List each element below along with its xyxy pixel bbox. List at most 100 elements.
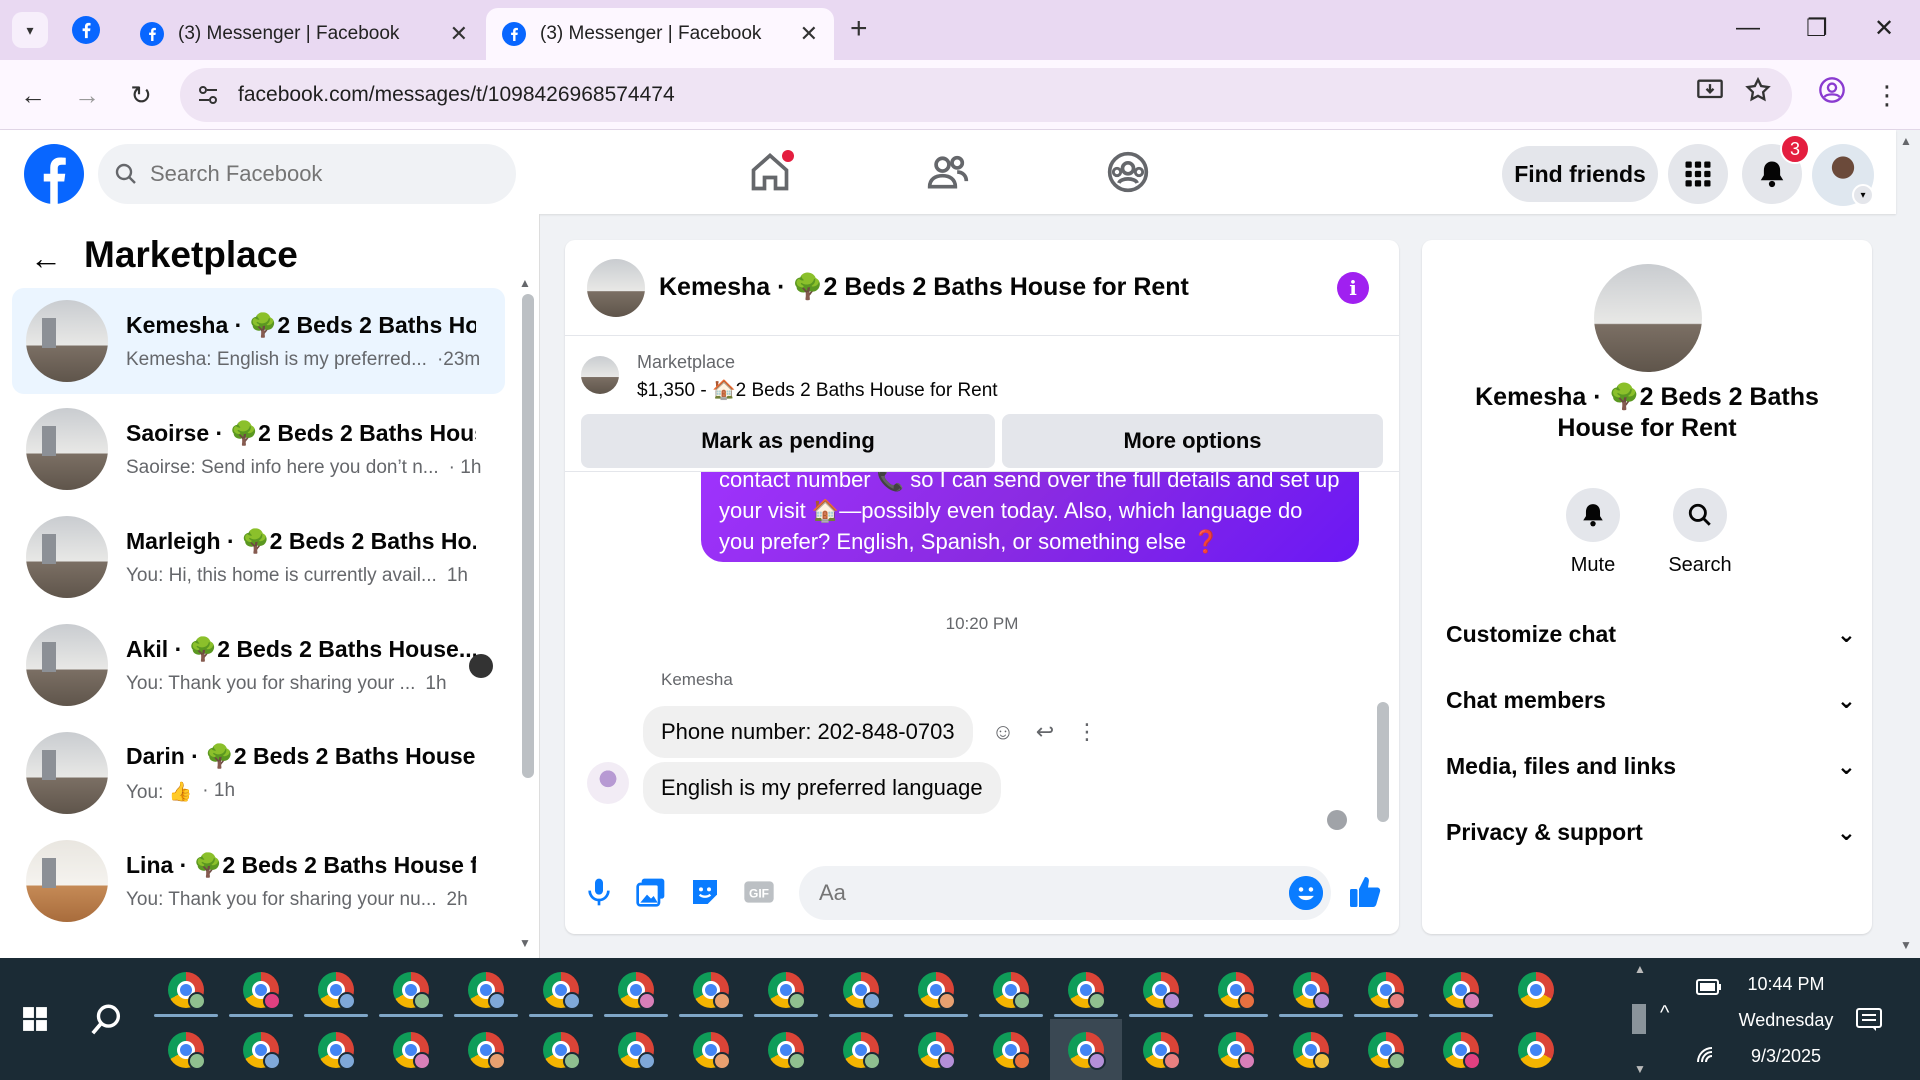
chrome-window-icon[interactable] — [918, 972, 956, 1010]
chrome-window-icon[interactable] — [393, 972, 431, 1010]
chrome-window-icon[interactable] — [468, 972, 506, 1010]
outgoing-message-bubble[interactable]: contact number 📞 so I can send over the … — [701, 472, 1359, 562]
media-files-links-section[interactable]: Media, files and links ⌄ — [1446, 746, 1856, 786]
microphone-icon[interactable] — [583, 876, 615, 908]
chrome-window-icon[interactable] — [1293, 972, 1331, 1010]
chrome-window-icon[interactable] — [693, 1032, 731, 1070]
battery-icon[interactable] — [1696, 978, 1722, 996]
chrome-window-icon[interactable] — [1368, 1032, 1406, 1070]
like-thumbs-up-icon[interactable] — [1347, 874, 1383, 910]
chrome-window-icon[interactable] — [318, 1032, 356, 1070]
account-chevron-down-icon[interactable]: ▾ — [1852, 184, 1874, 206]
show-hidden-icons-chevron-icon[interactable]: ^ — [1660, 1002, 1669, 1025]
listing-thumbnail[interactable] — [581, 356, 619, 394]
chrome-window-icon[interactable] — [243, 972, 281, 1010]
chrome-window-icon[interactable] — [168, 1032, 206, 1070]
chrome-window-icon[interactable] — [993, 972, 1031, 1010]
clock-day[interactable]: Wednesday — [1716, 1010, 1856, 1031]
scroll-down-arrow-icon[interactable]: ▼ — [519, 936, 531, 950]
conversation-item[interactable]: Darin · 🌳2 Beds 2 Baths House ... You: 👍… — [12, 720, 505, 826]
message-input[interactable] — [819, 880, 1259, 906]
privacy-support-section[interactable]: Privacy & support ⌄ — [1446, 812, 1856, 852]
facebook-search-input[interactable] — [150, 161, 450, 187]
chrome-window-icon[interactable] — [1218, 972, 1256, 1010]
browser-tab[interactable]: (3) Messenger | Facebook ✕ — [124, 8, 484, 60]
reload-icon[interactable]: ↻ — [124, 78, 158, 112]
clock-date[interactable]: 9/3/2025 — [1716, 1046, 1856, 1067]
close-window-icon[interactable]: ✕ — [1874, 14, 1894, 43]
back-arrow-icon[interactable]: ← — [30, 240, 62, 277]
taskbar-scroll-up-icon[interactable]: ▲ — [1634, 962, 1646, 976]
notification-center-icon[interactable] — [1856, 1008, 1882, 1032]
emoji-icon[interactable] — [1289, 876, 1323, 910]
address-bar[interactable]: facebook.com/messages/t/1098426968574474 — [180, 68, 1792, 122]
chrome-window-icon[interactable] — [843, 1032, 881, 1070]
conversation-item[interactable]: Kemesha · 🌳2 Beds 2 Baths Ho... Kemesha:… — [12, 288, 505, 394]
more-actions-icon[interactable]: ⋮ — [1073, 718, 1101, 746]
chrome-window-icon[interactable] — [1068, 1032, 1106, 1070]
chrome-window-icon[interactable] — [1293, 1032, 1331, 1070]
listing-price-title[interactable]: $1,350 - 🏠2 Beds 2 Baths House for Rent — [637, 378, 998, 402]
chrome-window-icon[interactable] — [1143, 972, 1181, 1010]
profile-account-icon[interactable] — [1818, 76, 1846, 104]
chrome-window-icon[interactable] — [768, 1032, 806, 1070]
customize-chat-section[interactable]: Customize chat ⌄ — [1446, 614, 1856, 654]
reply-arrow-icon[interactable]: ↩ — [1031, 718, 1059, 746]
back-arrow-icon[interactable]: ← — [16, 78, 50, 112]
tab-search-chevron-icon[interactable]: ▾ — [12, 12, 48, 48]
chrome-window-icon[interactable] — [393, 1032, 431, 1070]
chrome-window-icon[interactable] — [243, 1032, 281, 1070]
scroll-up-arrow-icon[interactable]: ▲ — [519, 276, 531, 290]
install-app-icon[interactable] — [1696, 76, 1724, 104]
chrome-window-icon[interactable] — [543, 972, 581, 1010]
conversation-item[interactable]: Saoirse · 🌳2 Beds 2 Baths Hous... Saoirs… — [12, 396, 505, 502]
chrome-window-icon[interactable] — [1443, 972, 1481, 1010]
facebook-search-box[interactable] — [98, 144, 516, 204]
find-friends-button[interactable]: Find friends — [1502, 146, 1658, 202]
chat-members-section[interactable]: Chat members ⌄ — [1446, 680, 1856, 720]
chrome-window-icon[interactable] — [168, 972, 206, 1010]
tab-close-icon[interactable]: ✕ — [450, 21, 468, 47]
taskbar-scroll-thumb[interactable] — [1632, 1004, 1646, 1034]
incoming-message-bubble[interactable]: English is my preferred language — [643, 762, 1001, 814]
pinned-facebook-tab-icon[interactable] — [72, 16, 100, 44]
bookmark-star-icon[interactable] — [1744, 76, 1772, 104]
chrome-window-icon[interactable] — [1518, 972, 1554, 1008]
conversation-item[interactable]: Marleigh · 🌳2 Beds 2 Baths Ho... You: Hi… — [12, 504, 505, 610]
tab-close-icon[interactable]: ✕ — [800, 21, 818, 47]
sticker-icon[interactable] — [689, 876, 721, 908]
browser-menu-icon[interactable]: ⋮ — [1870, 78, 1904, 112]
page-scroll-up-icon[interactable]: ▲ — [1900, 134, 1912, 148]
contact-avatar[interactable] — [1594, 264, 1702, 372]
sender-avatar[interactable] — [587, 762, 629, 804]
chrome-window-icon[interactable] — [1068, 972, 1106, 1010]
windows-start-icon[interactable] — [22, 1006, 48, 1032]
menu-grid-button[interactable] — [1668, 144, 1728, 204]
browser-tab-active[interactable]: (3) Messenger | Facebook ✕ — [486, 8, 834, 60]
gif-icon[interactable]: GIF — [743, 876, 775, 908]
react-emoji-icon[interactable]: ☺ — [989, 718, 1017, 746]
conversation-item[interactable]: Lina · 🌳2 Beds 2 Baths House f... You: T… — [12, 828, 505, 934]
wifi-icon[interactable] — [1696, 1046, 1718, 1064]
search-in-chat-button[interactable]: Search — [1655, 488, 1745, 577]
chrome-window-icon[interactable] — [1518, 1032, 1554, 1068]
chrome-window-icon[interactable] — [1218, 1032, 1256, 1070]
site-settings-icon[interactable] — [196, 83, 220, 107]
mark-as-pending-button[interactable]: Mark as pending — [581, 414, 995, 468]
chat-title[interactable]: Kemesha · 🌳2 Beds 2 Baths House for Rent — [659, 273, 1189, 302]
list-scrollbar-thumb[interactable] — [522, 294, 534, 778]
chrome-window-icon[interactable] — [843, 972, 881, 1010]
more-options-button[interactable]: More options — [1002, 414, 1383, 468]
chrome-window-icon[interactable] — [318, 972, 356, 1010]
info-icon[interactable]: i — [1337, 272, 1369, 304]
chrome-window-icon[interactable] — [1143, 1032, 1181, 1070]
chrome-window-icon[interactable] — [1368, 972, 1406, 1010]
taskbar-search-icon[interactable] — [90, 1002, 124, 1036]
taskbar-scroll-down-icon[interactable]: ▼ — [1634, 1062, 1646, 1076]
groups-icon[interactable] — [1106, 150, 1150, 194]
facebook-logo-icon[interactable] — [24, 144, 84, 204]
page-scroll-down-icon[interactable]: ▼ — [1900, 938, 1912, 952]
chrome-window-icon[interactable] — [693, 972, 731, 1010]
minimize-icon[interactable]: — — [1736, 14, 1760, 42]
chrome-window-icon[interactable] — [618, 1032, 656, 1070]
